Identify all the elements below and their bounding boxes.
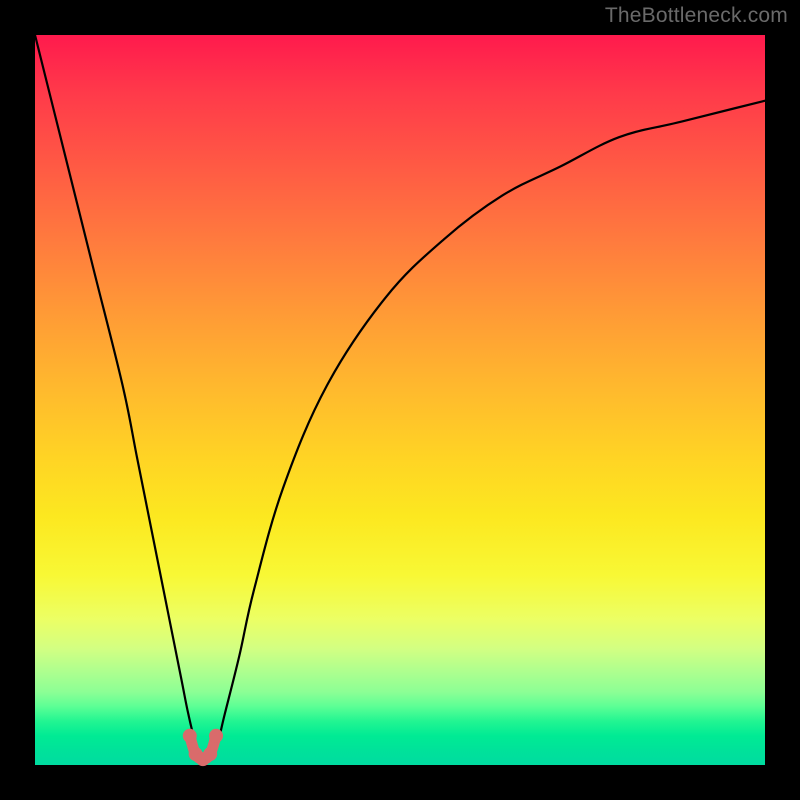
marker-dot: [203, 747, 217, 761]
marker-dot: [209, 729, 223, 743]
watermark-text: TheBottleneck.com: [605, 4, 788, 28]
chart-gradient-area: [35, 35, 765, 765]
bottleneck-curve-path: [35, 35, 765, 760]
marker-dot: [183, 729, 197, 743]
bottleneck-curve-svg: [35, 35, 765, 765]
